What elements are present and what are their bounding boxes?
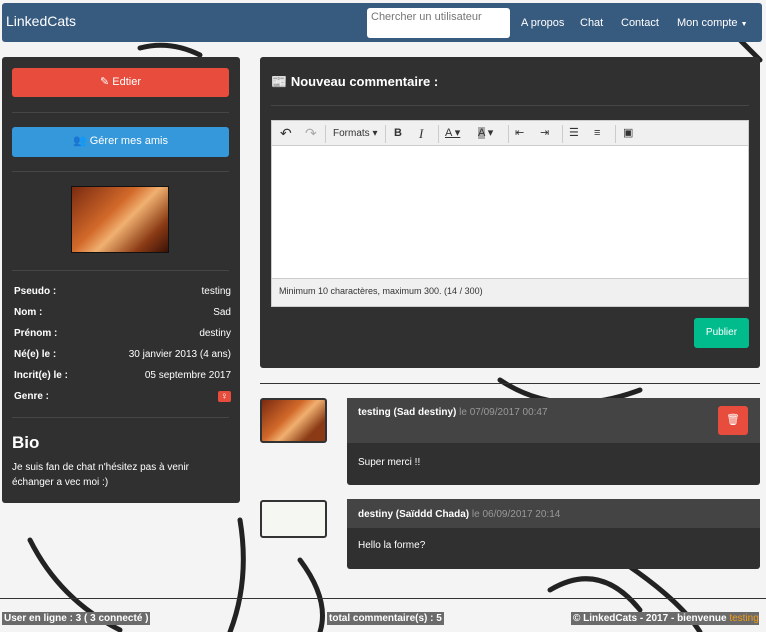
comment-text: Super merci !!: [358, 457, 421, 468]
edit-icon: ✎: [99, 76, 110, 88]
field-label: Genre :: [14, 391, 50, 402]
comment-date: le 07/09/2017 00:47: [459, 407, 548, 418]
nav-account-label: Mon compte: [677, 17, 738, 29]
bullet-list-icon[interactable]: ☰: [569, 121, 579, 146]
footer-divider: [0, 598, 766, 599]
profile-field: Prénom : destiny: [14, 328, 231, 339]
editor-toolbar: ↶ ↷ Formats ▾ B I A ▾ A ▾ ⇤ ⇥ ☰ ≡ ▣: [272, 121, 748, 146]
comment-box: destiny (Saïddd Chada) le 06/09/2017 20:…: [347, 499, 760, 569]
editor-content-area[interactable]: [272, 146, 748, 279]
divider: [12, 270, 229, 271]
nav-about[interactable]: A propos: [521, 17, 564, 29]
publish-button[interactable]: Publier: [694, 318, 749, 348]
field-label: Pseudo :: [14, 286, 57, 297]
new-comment-panel: 📰 Nouveau commentaire : ↶ ↷ Formats ▾ B …: [260, 57, 760, 368]
edit-label: Edtier: [112, 76, 142, 88]
bio-text: Je suis fan de chat n'hésitez pas à veni…: [12, 462, 190, 488]
users-icon: 👥: [72, 135, 87, 147]
field-value: testing: [201, 286, 231, 297]
composer-title: 📰 Nouveau commentaire :: [271, 74, 438, 90]
copyright-text: © LinkedCats - 2017 - bienvenue: [573, 613, 727, 624]
comment-avatar: [260, 398, 327, 443]
formats-dropdown[interactable]: Formats ▾: [333, 121, 377, 146]
field-label: Né(e) le :: [14, 349, 57, 360]
nav-account-dropdown[interactable]: Mon compte ▼: [677, 17, 748, 29]
field-value: ♀: [217, 391, 231, 402]
comment-author[interactable]: destiny (Saïddd Chada): [358, 509, 469, 520]
formats-label: Formats: [333, 128, 370, 139]
profile-field: Genre : ♀: [14, 391, 231, 402]
bold-icon[interactable]: B: [394, 121, 402, 146]
newspaper-icon: 📰: [271, 74, 288, 89]
nav-contact[interactable]: Contact: [621, 17, 659, 29]
text-color-icon[interactable]: A ▾: [445, 121, 460, 146]
online-users-count: User en ligne : 3 ( 3 connecté ): [2, 612, 151, 625]
profile-field: Né(e) le : 30 janvier 2013 (4 ans): [14, 349, 231, 360]
divider: [12, 112, 229, 113]
numbered-list-icon[interactable]: ≡: [594, 121, 600, 146]
nav-chat[interactable]: Chat: [580, 17, 603, 29]
indent-icon[interactable]: ⇥: [540, 121, 549, 146]
comment-author[interactable]: testing (Sad destiny): [358, 407, 456, 418]
comment-box: testing (Sad destiny) le 07/09/2017 00:4…: [347, 398, 760, 485]
friends-label: Gérer mes amis: [89, 135, 168, 147]
background-color-icon[interactable]: A ▾: [478, 121, 493, 146]
field-value: 30 janvier 2013 (4 ans): [128, 349, 231, 360]
comment-avatar: [260, 500, 327, 538]
field-value: destiny: [199, 328, 231, 339]
profile-panel: ✎ Edtier 👥 Gérer mes amis Pseudo : testin…: [2, 57, 240, 503]
profile-avatar: [71, 186, 169, 253]
field-value: Sad: [213, 307, 231, 318]
outdent-icon[interactable]: ⇤: [515, 121, 524, 146]
trash-icon: 🗑: [726, 414, 740, 426]
field-label: Incrit(e) le :: [14, 370, 68, 381]
profile-field: Pseudo : testing: [14, 286, 231, 297]
navbar: LinkedCats A propos Chat Contact Mon com…: [2, 3, 762, 42]
divider: [260, 383, 760, 384]
italic-icon[interactable]: I: [419, 121, 423, 146]
rich-text-editor: ↶ ↷ Formats ▾ B I A ▾ A ▾ ⇤ ⇥ ☰ ≡ ▣ Mini…: [271, 120, 749, 307]
field-label: Prénom :: [14, 328, 58, 339]
profile-field: Nom : Sad: [14, 307, 231, 318]
comment-text: Hello la forme?: [358, 540, 426, 551]
total-comments-count: total commentaire(s) : 5: [327, 612, 444, 625]
search-user-input[interactable]: [367, 8, 510, 38]
redo-icon[interactable]: ↷: [305, 121, 317, 146]
current-user-link[interactable]: testing: [729, 613, 758, 624]
bio-title: Bio: [12, 433, 40, 452]
field-value: 05 septembre 2017: [144, 370, 231, 381]
profile-field: Incrit(e) le : 05 septembre 2017: [14, 370, 231, 381]
divider: [271, 105, 749, 106]
field-label: Nom :: [14, 307, 43, 318]
undo-icon[interactable]: ↶: [280, 121, 292, 146]
comment-date: le 06/09/2017 20:14: [471, 509, 561, 520]
edit-button[interactable]: ✎ Edtier: [12, 68, 229, 97]
divider: [12, 417, 229, 418]
brand-logo[interactable]: LinkedCats: [6, 13, 76, 29]
caret-down-icon: ▼: [740, 21, 748, 28]
delete-comment-button[interactable]: 🗑: [718, 406, 748, 435]
manage-friends-button[interactable]: 👥 Gérer mes amis: [12, 127, 229, 157]
divider: [12, 171, 229, 172]
image-icon[interactable]: ▣: [623, 121, 633, 146]
footer-copyright: © LinkedCats - 2017 - bienvenue testing: [571, 612, 759, 625]
composer-title-text: Nouveau commentaire :: [290, 74, 439, 89]
editor-status-bar: Minimum 10 charactères, maximum 300. (14…: [272, 278, 748, 306]
